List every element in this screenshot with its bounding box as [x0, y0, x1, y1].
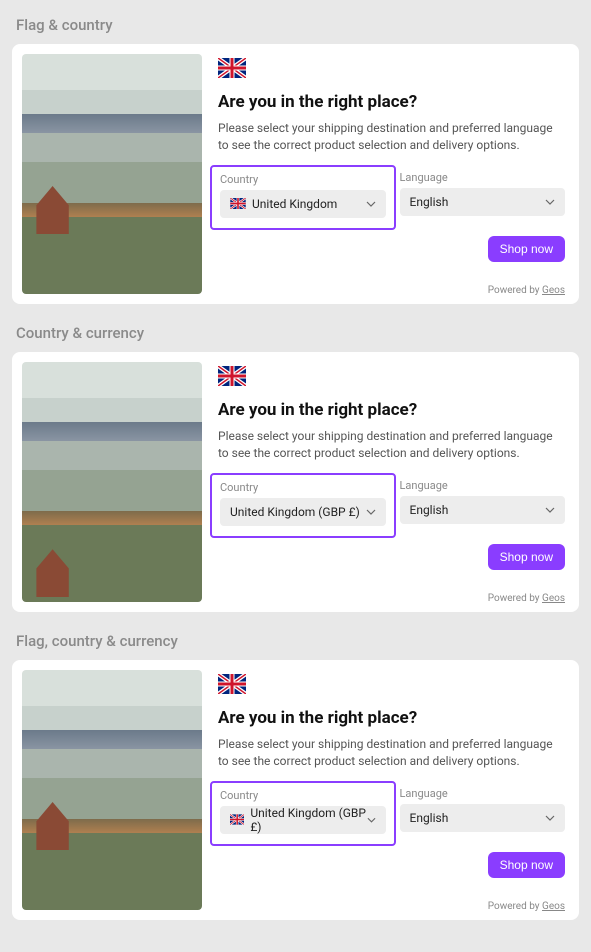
- country-select[interactable]: United Kingdom: [220, 190, 386, 218]
- country-selector-group: Country United Kingdom (GBP £): [210, 473, 396, 538]
- popup-image: [22, 362, 202, 602]
- language-select[interactable]: English: [400, 188, 566, 216]
- chevron-down-icon: [545, 197, 555, 207]
- language-select-value: English: [410, 811, 449, 825]
- uk-flag-icon: [230, 814, 244, 825]
- country-selector-group: Country United Kingdom: [210, 165, 396, 230]
- language-label: Language: [400, 787, 566, 800]
- chevron-down-icon: [366, 507, 376, 517]
- powered-by: Powered by Geos: [488, 285, 565, 296]
- chevron-down-icon: [545, 505, 555, 515]
- country-selector-group: Country United Kingdom (GBP £): [210, 781, 396, 846]
- section-title: Country & currency: [16, 324, 579, 342]
- country-label: Country: [220, 173, 386, 186]
- popup-content: Are you in the right place? Please selec…: [218, 54, 569, 294]
- uk-flag-icon: [218, 366, 246, 386]
- language-select[interactable]: English: [400, 496, 566, 524]
- language-label: Language: [400, 171, 566, 184]
- shop-now-button[interactable]: Shop now: [488, 852, 565, 878]
- button-row: Shop now: [218, 852, 565, 878]
- section-title: Flag, country & currency: [16, 632, 579, 650]
- popup-heading: Are you in the right place?: [218, 708, 565, 728]
- popup-description: Please select your shipping destination …: [218, 120, 565, 155]
- language-select[interactable]: English: [400, 804, 566, 832]
- country-select[interactable]: United Kingdom (GBP £): [220, 498, 386, 526]
- popup-heading: Are you in the right place?: [218, 92, 565, 112]
- chevron-down-icon: [366, 199, 376, 209]
- geos-link[interactable]: Geos: [542, 901, 565, 912]
- country-select-value: United Kingdom: [252, 197, 337, 211]
- chevron-down-icon: [367, 815, 376, 825]
- language-select-value: English: [410, 503, 449, 517]
- uk-flag-icon: [218, 674, 246, 694]
- popup-image: [22, 670, 202, 910]
- geos-link[interactable]: Geos: [542, 285, 565, 296]
- popup-content: Are you in the right place? Please selec…: [218, 670, 569, 910]
- uk-flag-icon: [230, 198, 246, 209]
- popup-description: Please select your shipping destination …: [218, 428, 565, 463]
- language-selector-group: Language English: [400, 479, 566, 528]
- button-row: Shop now: [218, 236, 565, 262]
- powered-by: Powered by Geos: [488, 901, 565, 912]
- country-label: Country: [220, 789, 386, 802]
- button-row: Shop now: [218, 544, 565, 570]
- popup-description: Please select your shipping destination …: [218, 736, 565, 771]
- powered-by: Powered by Geos: [488, 593, 565, 604]
- language-select-value: English: [410, 195, 449, 209]
- language-selector-group: Language English: [400, 787, 566, 836]
- popup-card-flag-country-currency: Are you in the right place? Please selec…: [12, 660, 579, 920]
- chevron-down-icon: [545, 813, 555, 823]
- section-title: Flag & country: [16, 16, 579, 34]
- popup-heading: Are you in the right place?: [218, 400, 565, 420]
- language-selector-group: Language English: [400, 171, 566, 220]
- language-label: Language: [400, 479, 566, 492]
- shop-now-button[interactable]: Shop now: [488, 544, 565, 570]
- country-label: Country: [220, 481, 386, 494]
- selector-row: Country United Kingdom (GBP £) Language …: [218, 787, 565, 836]
- country-select-value: United Kingdom (GBP £): [230, 505, 360, 519]
- popup-content: Are you in the right place? Please selec…: [218, 362, 569, 602]
- selector-row: Country United Kingdom (GBP £) Language …: [218, 479, 565, 528]
- uk-flag-icon: [218, 58, 246, 78]
- popup-card-flag-country: Are you in the right place? Please selec…: [12, 44, 579, 304]
- country-select-value: United Kingdom (GBP £): [250, 806, 366, 834]
- country-select[interactable]: United Kingdom (GBP £): [220, 806, 386, 834]
- geos-link[interactable]: Geos: [542, 593, 565, 604]
- shop-now-button[interactable]: Shop now: [488, 236, 565, 262]
- popup-image: [22, 54, 202, 294]
- selector-row: Country United Kingdom Language English: [218, 171, 565, 220]
- popup-card-country-currency: Are you in the right place? Please selec…: [12, 352, 579, 612]
